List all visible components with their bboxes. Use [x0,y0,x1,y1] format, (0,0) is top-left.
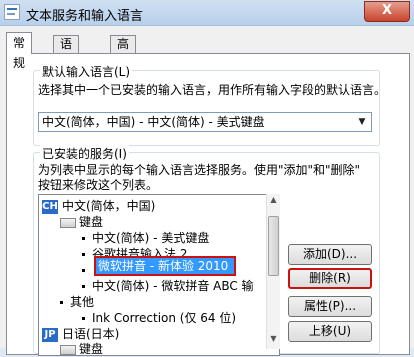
tab-general[interactable]: 常规 [6,32,33,70]
installed-services-group-label: 已安装的服务(I) [40,145,129,162]
bullet-icon [82,253,85,256]
tree-item-ms-pinyin-abc[interactable]: 中文(简体) - 微软拼音 ABC 输 [82,278,254,294]
app-icon [4,4,20,20]
tree-item-ink-correction[interactable]: Ink Correction (仅 64 位) [82,310,236,326]
title-bar: 文本服务和输入语言 X [0,0,414,26]
scroll-down-icon[interactable]: ▼ [267,334,280,343]
properties-button[interactable]: 属性(P)... [288,296,372,317]
window-title: 文本服务和输入语言 [26,9,144,24]
tree-keyboard-group[interactable]: 键盘 [60,214,103,230]
tree-other-label: 其他 [70,295,95,309]
tree-item-ms-pinyin-abc-label: 中文(简体) - 微软拼音 ABC 输 [92,279,254,293]
bullet-icon [82,237,85,240]
bullet-icon [82,269,85,272]
tree-item-selected-bullet [82,262,92,278]
installed-services-description-2: 按钮来修改这个列表。 [38,178,159,192]
tree-keyboard-label: 键盘 [79,215,104,229]
tree-item-us-keyboard[interactable]: 中文(简体) - 美式键盘 [82,230,209,246]
tree-japanese-keyboard-label: 键盘 [79,342,104,356]
add-button[interactable]: 添加(D)... [288,244,372,265]
bullet-icon [60,301,63,304]
tree-item-ms-pinyin-2010[interactable]: 微软拼音 - 新体验 2010 [94,256,236,276]
close-button[interactable]: X [364,1,410,22]
language-badge: CH [42,199,58,214]
tree-lang-chinese[interactable]: CH 中文(简体，中国) [42,198,155,214]
tab-advanced-key-settings[interactable]: 高级键设置 [110,35,137,119]
tree-item-ink-correction-label: Ink Correction (仅 64 位) [92,311,237,325]
tab-language-bar[interactable]: 语言栏 [53,35,80,85]
keyboard-icon [60,344,76,355]
tree-japanese-keyboard[interactable]: 键盘 [60,341,103,357]
chevron-down-icon[interactable]: ▼ [354,114,370,130]
tree-lang-chinese-label: 中文(简体，中国) [62,199,156,213]
tree-other-group[interactable]: 其他 [60,294,94,310]
tree-scrollbar[interactable]: ▲ ▼ [266,194,280,349]
default-language-value: 中文(简体，中国) - 中文(简体) - 美式键盘 [42,115,265,129]
remove-button[interactable]: 删除(R) [288,268,372,289]
tree-item-us-keyboard-label: 中文(简体) - 美式键盘 [92,231,210,245]
tree-lang-japanese[interactable]: JP 日语(日本) [42,326,119,342]
scroll-thumb[interactable] [268,216,279,276]
default-language-select[interactable]: 中文(简体，中国) - 中文(简体) - 美式键盘 ▼ [38,112,372,132]
tree-lang-japanese-label: 日语(日本) [62,327,120,341]
default-language-description: 选择其中一个已安装的输入语言，用作所有输入字段的默认语言。 [38,83,387,97]
bullet-icon [82,285,85,288]
language-badge: JP [42,327,58,342]
bullet-icon [82,317,85,320]
dialog-window: 文本服务和输入语言 X 常规 语言栏 高级键设置 默认输入语言(L) 选择其中一… [0,0,414,356]
keyboard-icon [60,217,76,228]
default-language-group-label: 默认输入语言(L) [40,63,133,80]
scroll-up-icon[interactable]: ▲ [267,195,280,204]
move-up-button[interactable]: 上移(U) [288,321,372,342]
